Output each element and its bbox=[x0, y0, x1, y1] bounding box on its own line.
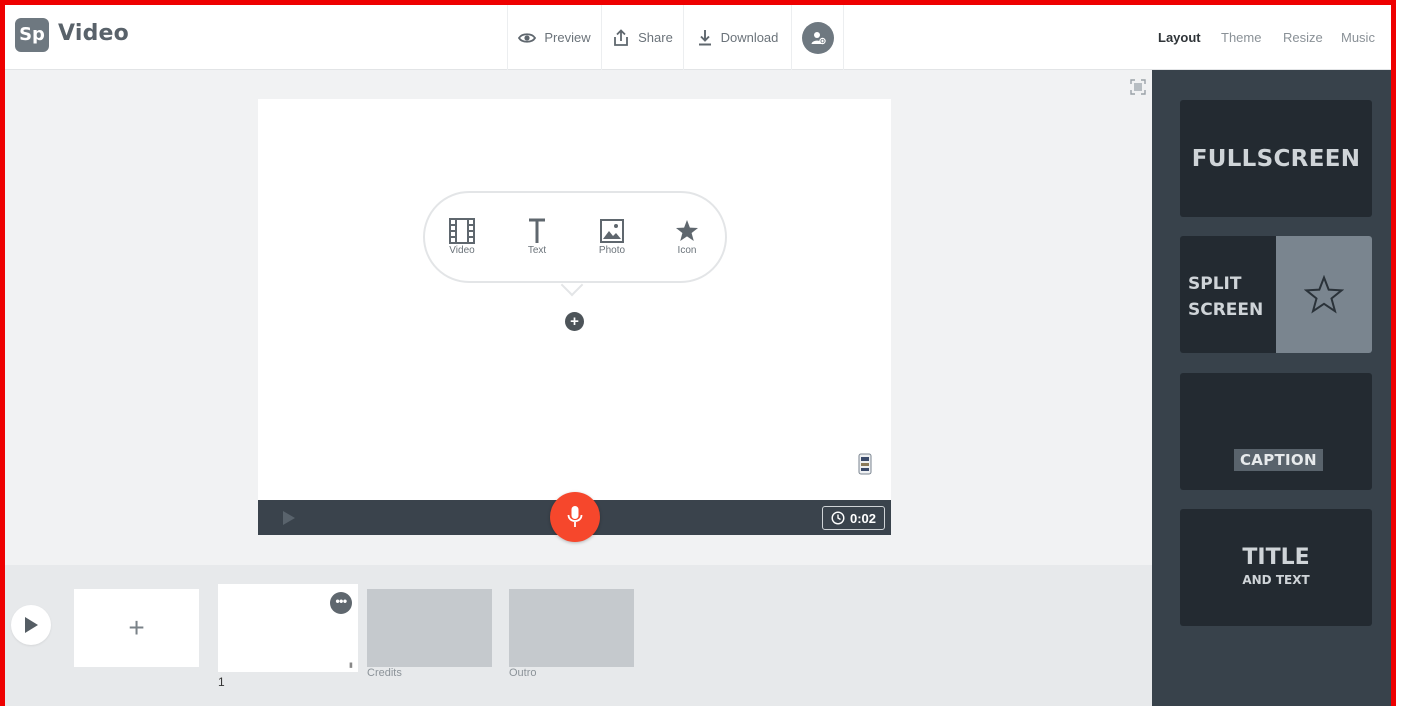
add-slide-button[interactable]: + bbox=[74, 589, 199, 667]
preview-label: Preview bbox=[544, 30, 591, 45]
star-outline-icon bbox=[1304, 274, 1344, 313]
slide-thumbnail-credits[interactable] bbox=[367, 589, 492, 667]
nav-music[interactable]: Music bbox=[1341, 30, 1375, 45]
playback-bar: 0:02 bbox=[258, 492, 891, 542]
slide-duration[interactable]: 0:02 bbox=[822, 506, 885, 530]
add-video-tool[interactable]: Video bbox=[437, 217, 487, 256]
text-icon bbox=[529, 218, 545, 243]
layout-fullscreen[interactable]: FULLSCREEN bbox=[1180, 100, 1372, 217]
tool-label-video: Video bbox=[449, 245, 475, 256]
nav-layout[interactable]: Layout bbox=[1158, 30, 1201, 45]
play-all-button[interactable] bbox=[11, 605, 51, 645]
share-button[interactable]: Share bbox=[601, 5, 683, 70]
add-content-bubble: Video Text Photo Icon bbox=[423, 191, 727, 283]
collaborator-button[interactable] bbox=[791, 5, 844, 70]
nav-theme[interactable]: Theme bbox=[1221, 30, 1261, 45]
slide-number: 1 bbox=[218, 675, 225, 689]
star-icon bbox=[676, 220, 698, 241]
slide-thumbnail-outro[interactable] bbox=[509, 589, 634, 667]
download-label: Download bbox=[720, 30, 779, 45]
layout-title-and-text[interactable]: TITLE AND TEXT bbox=[1180, 509, 1372, 626]
add-photo-tool[interactable]: Photo bbox=[587, 217, 637, 256]
add-icon-tool[interactable]: Icon bbox=[662, 217, 712, 256]
split-image-area bbox=[1276, 236, 1372, 353]
fit-to-screen-icon[interactable] bbox=[1130, 79, 1146, 95]
clock-icon bbox=[831, 511, 845, 525]
top-bar: Sp Video Preview Share Download Layout T… bbox=[5, 5, 1391, 70]
play-icon bbox=[25, 617, 38, 633]
slide-label-credits: Credits bbox=[367, 667, 402, 679]
nav-resize[interactable]: Resize bbox=[1283, 30, 1323, 45]
layout-panel: FULLSCREEN SPLIT SCREEN CAPTION TITLE AN… bbox=[1152, 70, 1391, 706]
layout-split-label: SPLIT SCREEN bbox=[1188, 271, 1263, 323]
download-button[interactable]: Download bbox=[683, 5, 791, 70]
slide-timeline: + ••• ▮ 1 Credits Outro bbox=[5, 565, 1152, 706]
more-options-button[interactable]: ••• bbox=[330, 592, 352, 614]
tool-label-icon: Icon bbox=[677, 245, 697, 256]
share-label: Share bbox=[638, 30, 673, 45]
microphone-icon bbox=[567, 506, 583, 527]
layout-caption[interactable]: CAPTION bbox=[1180, 373, 1372, 490]
layout-split-screen[interactable]: SPLIT SCREEN bbox=[1180, 236, 1372, 353]
layout-title-label: TITLE bbox=[1242, 545, 1310, 570]
record-voice-button[interactable] bbox=[550, 492, 600, 542]
film-icon bbox=[449, 218, 475, 244]
eye-icon bbox=[518, 32, 537, 43]
add-text-tool[interactable]: Text bbox=[512, 217, 562, 256]
download-icon bbox=[698, 29, 711, 45]
layout-split-line2: SCREEN bbox=[1188, 300, 1264, 320]
layout-caption-label: CAPTION bbox=[1234, 449, 1323, 471]
share-icon bbox=[614, 28, 629, 46]
app-window: Sp Video Preview Share Download Layout T… bbox=[0, 0, 1396, 706]
duration-value: 0:02 bbox=[849, 510, 877, 526]
layout-split-line1: SPLIT bbox=[1188, 274, 1242, 294]
slide-thumbnail-1[interactable]: ••• ▮ bbox=[218, 584, 358, 672]
voice-marker-icon: ▮ bbox=[349, 662, 353, 669]
play-icon[interactable] bbox=[282, 510, 296, 526]
slide-label-outro: Outro bbox=[509, 667, 537, 679]
layout-fullscreen-label: FULLSCREEN bbox=[1191, 146, 1361, 172]
preview-button[interactable]: Preview bbox=[507, 5, 601, 70]
app-title: Video bbox=[58, 21, 129, 46]
layout-title-sub-label: AND TEXT bbox=[1242, 573, 1310, 587]
app-logo: Sp bbox=[15, 18, 49, 52]
tool-label-text: Text bbox=[527, 245, 547, 256]
photo-icon bbox=[600, 219, 624, 243]
add-collaborator-icon bbox=[801, 21, 834, 54]
add-element-button[interactable]: + bbox=[565, 312, 584, 331]
tool-label-photo: Photo bbox=[598, 245, 626, 256]
watermark-badge-icon bbox=[858, 453, 872, 475]
slide-canvas[interactable]: Video Text Photo Icon + 0:02 bbox=[258, 99, 891, 542]
